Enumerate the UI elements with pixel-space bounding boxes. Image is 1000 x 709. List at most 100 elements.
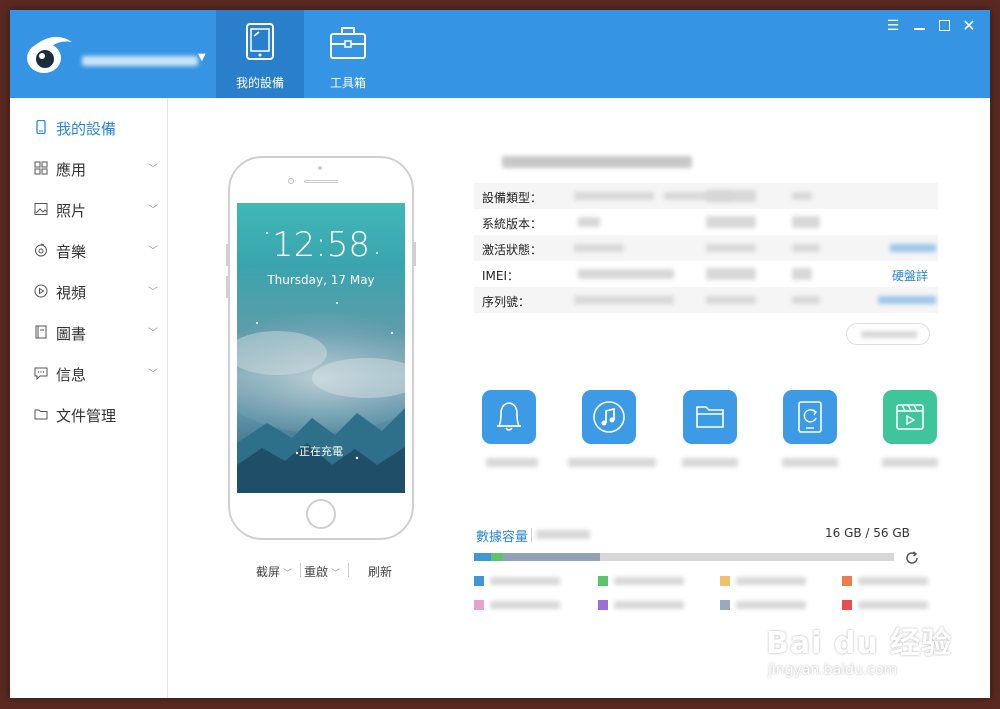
info-value-redacted xyxy=(706,216,756,228)
info-value-redacted xyxy=(792,244,820,252)
sidebar-item-label: 照片 xyxy=(56,202,87,220)
info-row-device-type: 設備類型： xyxy=(474,183,938,209)
photo-icon xyxy=(34,203,48,215)
legend-color-swatch xyxy=(474,576,484,586)
info-key: IMEI： xyxy=(482,269,520,283)
toolbox-icon xyxy=(330,27,366,59)
info-value-redacted xyxy=(574,192,654,200)
legend-label-redacted xyxy=(736,601,806,609)
video-play-icon xyxy=(34,284,48,298)
folder-icon xyxy=(34,409,48,420)
sidebar-item-file-manager[interactable]: 文件管理 xyxy=(10,396,168,434)
phone-sensor xyxy=(318,166,322,170)
info-value-redacted xyxy=(706,244,756,252)
tab-my-device[interactable]: 我的設備 xyxy=(216,10,304,98)
storage-tab-redacted[interactable] xyxy=(536,530,590,539)
sidebar-item-photos[interactable]: 照片 ﹀ xyxy=(10,191,168,229)
sidebar-item-books[interactable]: 圖書 ﹀ xyxy=(10,314,168,352)
chevron-down-icon: ﹀ xyxy=(148,205,158,216)
phone-camera xyxy=(288,178,294,184)
info-link-redacted[interactable] xyxy=(890,244,936,252)
legend-color-swatch xyxy=(842,576,852,586)
storage-segment xyxy=(474,553,491,561)
legend-label-redacted xyxy=(858,577,928,585)
bell-icon xyxy=(497,402,521,431)
book-icon xyxy=(35,325,47,339)
storage-usage-text: 16 GB / 56 GB xyxy=(825,526,910,540)
sidebar-item-label: 我的設備 xyxy=(56,120,117,138)
account-dropdown-icon[interactable]: ▼ xyxy=(198,52,206,63)
quick-tool-video[interactable] xyxy=(883,390,937,444)
quick-tool-label-redacted xyxy=(682,458,738,467)
divider xyxy=(300,563,301,577)
info-row-imei: IMEI： 硬盤詳情 xyxy=(474,261,938,300)
sidebar-item-my-device[interactable]: 我的設備 xyxy=(10,109,168,147)
sidebar-item-video[interactable]: 視頻 ﹀ xyxy=(10,273,168,311)
info-value-redacted xyxy=(792,192,812,200)
video-clip-icon xyxy=(896,404,924,430)
info-link-redacted[interactable] xyxy=(878,296,936,304)
restart-label: 重啟 xyxy=(304,565,329,579)
storage-segment xyxy=(503,553,600,561)
account-name[interactable] xyxy=(82,56,198,66)
view-more-button[interactable] xyxy=(846,323,930,345)
chevron-down-icon: ﹀ xyxy=(148,164,158,175)
minimize-icon[interactable] xyxy=(908,16,930,36)
refresh-label: 刷新 xyxy=(368,565,393,579)
sidebar-item-label: 圖書 xyxy=(56,325,87,343)
info-row-os-version: 系統版本： xyxy=(474,209,938,235)
menu-icon[interactable]: ☰ xyxy=(882,16,904,36)
charging-status: 正在充電 xyxy=(299,445,343,458)
sidebar: 我的設備 應用 ﹀ 照片 ﹀ 音樂 ﹀ 視頻 ﹀ 圖書 ﹀ 信息 ﹀ 文件管理 xyxy=(10,98,168,698)
screenshot-label: 截屏 xyxy=(256,565,281,579)
tab-toolbox[interactable]: 工具箱 xyxy=(304,10,392,98)
device-name xyxy=(502,156,692,168)
storage-segment xyxy=(490,553,504,561)
quick-tool-backup[interactable] xyxy=(783,390,837,444)
sidebar-item-label: 應用 xyxy=(56,161,87,179)
quick-tool-files[interactable] xyxy=(683,390,737,444)
legend-label-redacted xyxy=(858,601,928,609)
legend-color-swatch xyxy=(842,600,852,610)
info-key: 設備類型： xyxy=(482,191,543,205)
chevron-down-icon[interactable]: ﹀ xyxy=(283,569,292,579)
chevron-down-icon: ﹀ xyxy=(148,328,158,339)
quick-tool-label-redacted xyxy=(568,458,656,467)
sidebar-item-apps[interactable]: 應用 ﹀ xyxy=(10,150,168,188)
quick-tool-ringtone[interactable] xyxy=(482,390,536,444)
legend-label-redacted xyxy=(490,577,560,585)
sidebar-item-label: 音樂 xyxy=(56,243,87,261)
folder-icon xyxy=(696,406,724,428)
phone-icon xyxy=(36,120,46,134)
close-icon[interactable]: ✕ xyxy=(958,16,980,36)
quick-tool-label-redacted xyxy=(882,458,938,467)
chevron-down-icon[interactable]: ﹀ xyxy=(331,569,340,579)
quick-tool-label-redacted xyxy=(782,458,838,467)
quick-tool-label-redacted xyxy=(486,458,538,467)
quick-tool-itunes[interactable] xyxy=(582,390,636,444)
refresh-icon[interactable] xyxy=(904,550,920,566)
apps-grid-icon xyxy=(34,161,48,175)
chevron-down-icon: ﹀ xyxy=(148,369,158,380)
sidebar-item-messages[interactable]: 信息 ﹀ xyxy=(10,355,168,393)
sidebar-item-label: 信息 xyxy=(56,366,87,384)
info-key: 序列號： xyxy=(482,295,531,309)
watermark-brand: Bai du 经验 xyxy=(766,626,953,661)
phone-speaker xyxy=(304,180,338,183)
info-value-redacted xyxy=(792,216,820,228)
storage-tab-data[interactable]: 數據容量 xyxy=(476,526,528,545)
lock-screen-date: Thursday, 17 May xyxy=(267,273,375,287)
screenshot-button[interactable]: 截屏 ﹀ xyxy=(256,563,292,580)
info-value-redacted xyxy=(574,296,674,304)
top-bar: ▼ 我的設備 工具箱 ☰ ✕ xyxy=(10,10,990,98)
refresh-button[interactable]: 刷新 xyxy=(368,563,392,580)
legend-color-swatch xyxy=(598,576,608,586)
baidu-watermark: Bai du 经验 jingyan.baidu.com xyxy=(766,618,956,690)
maximize-icon[interactable] xyxy=(933,16,955,36)
sidebar-item-music[interactable]: 音樂 ﹀ xyxy=(10,232,168,270)
info-value-redacted xyxy=(706,296,756,304)
chevron-down-icon: ﹀ xyxy=(148,287,158,298)
restart-button[interactable]: 重啟 ﹀ xyxy=(304,563,340,580)
phone-side-button xyxy=(226,244,229,266)
legend-label-redacted xyxy=(614,577,684,585)
